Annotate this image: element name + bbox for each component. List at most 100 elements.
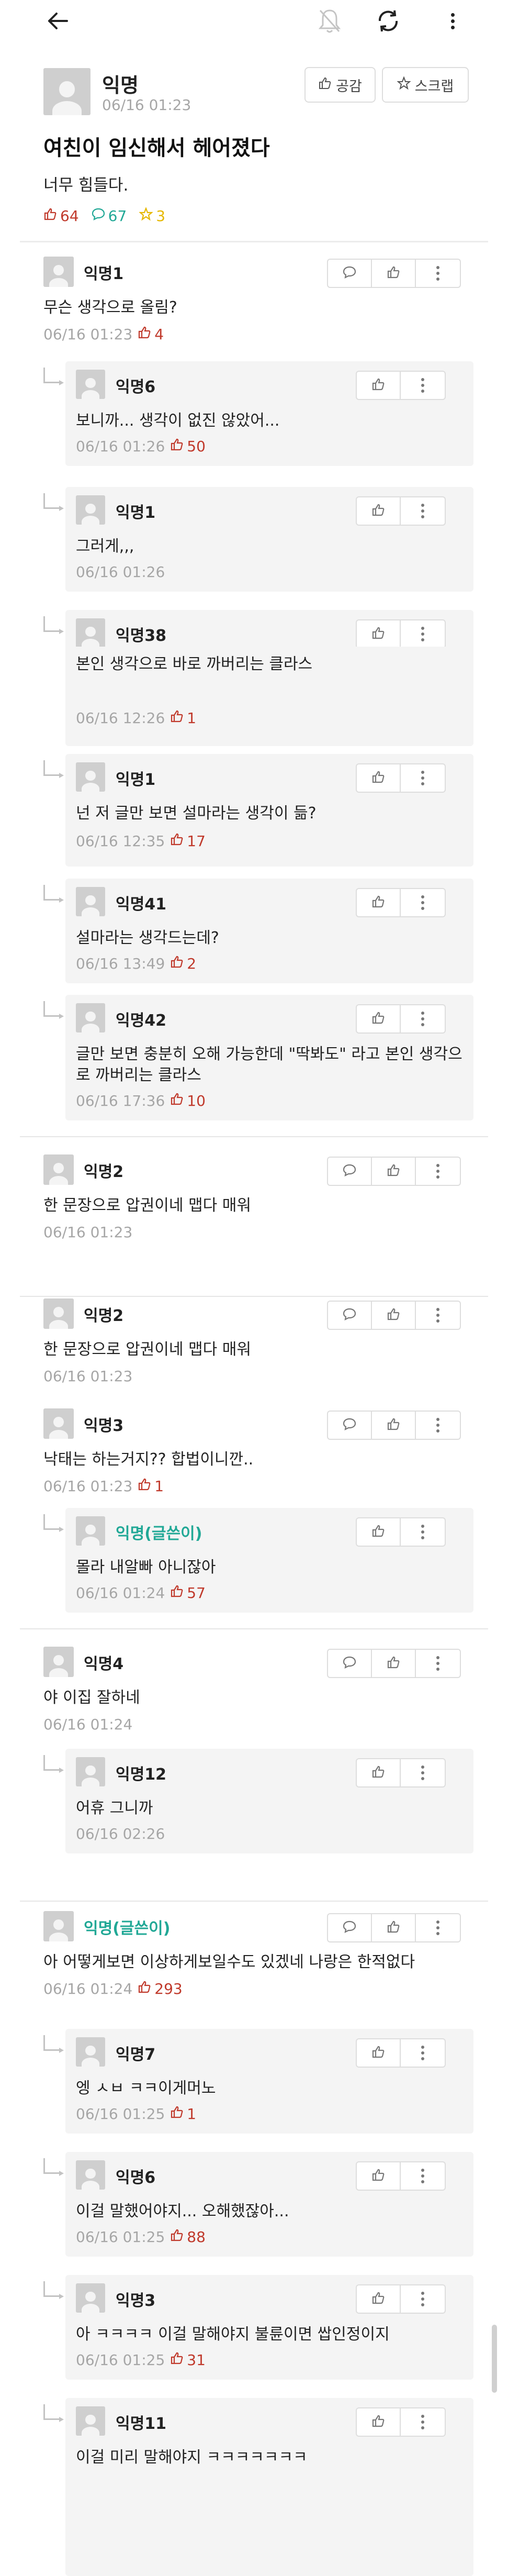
reply-arrow-icon <box>43 2281 64 2299</box>
avatar <box>76 2160 105 2190</box>
reply-actions <box>356 1758 446 1787</box>
like-button[interactable] <box>357 889 401 916</box>
reply-button[interactable] <box>328 260 372 287</box>
like-button[interactable] <box>357 372 401 399</box>
comment-author: 익명1 <box>84 265 124 283</box>
more-button[interactable] <box>401 497 445 525</box>
more-button[interactable] <box>401 764 445 792</box>
more-button[interactable] <box>401 2408 445 2436</box>
thumb-up-icon <box>371 1011 385 1027</box>
back-arrow-icon[interactable] <box>42 5 73 37</box>
more-button[interactable] <box>401 889 445 916</box>
like-button[interactable] <box>372 1650 416 1677</box>
more-button[interactable] <box>401 2039 445 2067</box>
reply: 익명3 아 ㅋㅋㅋㅋ 이걸 말해야지 불륜이면 쌉인정이지 06/16 01:25 3… <box>65 2275 473 2380</box>
reply-body: 아 ㅋㅋㅋㅋ 이걸 말해야지 불륜이면 쌉인정이지 <box>76 2325 390 2344</box>
reply-arrow-icon <box>43 885 64 903</box>
reply-likes: 50 <box>170 438 206 455</box>
more-button[interactable] <box>401 1759 445 1786</box>
comment-author: 익명2 <box>84 1307 124 1325</box>
like-button[interactable] <box>357 1759 401 1786</box>
scrap-button[interactable]: 스크랩 <box>382 67 469 103</box>
more-button[interactable] <box>416 260 460 287</box>
more-button[interactable] <box>401 1518 445 1546</box>
reply-arrow-icon <box>43 2158 64 2176</box>
refresh-icon[interactable] <box>371 4 405 38</box>
reply-meta: 06/16 01:25 88 <box>76 2228 206 2246</box>
like-button[interactable] <box>357 2039 401 2067</box>
comment-likes: 4 <box>138 326 164 343</box>
reply-date: 06/16 01:25 <box>76 2228 165 2246</box>
more-icon <box>421 2292 424 2306</box>
reply-actions <box>356 619 446 649</box>
more-button[interactable] <box>416 1302 460 1329</box>
more-icon[interactable] <box>442 4 463 38</box>
reply-author: 익명12 <box>116 1766 166 1784</box>
thumb-up-icon <box>371 895 385 911</box>
reply-button[interactable] <box>328 1412 372 1439</box>
empathy-button[interactable]: 공감 <box>304 67 376 103</box>
more-button[interactable] <box>401 620 445 648</box>
more-button[interactable] <box>401 372 445 399</box>
comment-stat: 67 <box>92 207 127 225</box>
notification-off-icon[interactable] <box>314 4 345 38</box>
reply-body: 보니까... 생각이 없진 않았어... <box>76 412 280 430</box>
more-icon <box>436 1164 439 1179</box>
like-button[interactable] <box>372 260 416 287</box>
reply-meta: 06/16 02:26 <box>76 1825 165 1842</box>
like-button[interactable] <box>357 764 401 792</box>
more-icon <box>421 504 424 518</box>
thumb-up-icon <box>170 2228 184 2246</box>
like-button[interactable] <box>372 1914 416 1941</box>
like-button[interactable] <box>357 2408 401 2436</box>
thumb-up-icon <box>170 1092 184 1109</box>
avatar <box>76 2283 105 2313</box>
reply-button[interactable] <box>328 1302 372 1329</box>
like-button[interactable] <box>357 1518 401 1546</box>
reply-author: 익명(글쓴이) <box>116 1525 202 1543</box>
reply-actions <box>356 496 446 526</box>
reply-author: 익명41 <box>116 895 166 914</box>
more-button[interactable] <box>401 2285 445 2313</box>
reply-date: 06/16 12:35 <box>76 832 165 850</box>
scrollbar[interactable] <box>492 2325 497 2393</box>
more-button[interactable] <box>401 2162 445 2190</box>
reply-actions <box>356 1517 446 1547</box>
like-button[interactable] <box>372 1412 416 1439</box>
thumb-up-icon <box>170 1584 184 1602</box>
more-button[interactable] <box>416 1650 460 1677</box>
like-button[interactable] <box>372 1158 416 1185</box>
reply-actions <box>356 888 446 917</box>
more-button[interactable] <box>416 1412 460 1439</box>
divider <box>20 241 488 242</box>
reply-actions <box>356 2284 446 2314</box>
like-button[interactable] <box>357 497 401 525</box>
like-button[interactable] <box>357 620 401 648</box>
like-button[interactable] <box>357 1005 401 1032</box>
reply-date: 06/16 01:26 <box>76 438 165 455</box>
more-button[interactable] <box>416 1158 460 1185</box>
reply-author: 익명38 <box>116 627 166 645</box>
empathy-label: 공감 <box>336 78 362 95</box>
reply-button[interactable] <box>328 1158 372 1185</box>
reply-author: 익명11 <box>116 2415 166 2433</box>
like-button[interactable] <box>372 1302 416 1329</box>
thumb-up-icon <box>371 2045 385 2061</box>
like-button[interactable] <box>357 2285 401 2313</box>
more-button[interactable] <box>416 1914 460 1941</box>
reply-likes: 17 <box>170 832 206 850</box>
reply-arrow-icon <box>43 1001 64 1019</box>
reply-button[interactable] <box>328 1914 372 1941</box>
top-bar <box>0 0 508 42</box>
reply-button[interactable] <box>328 1650 372 1677</box>
reply-body: 이걸 말했어야지... 오해했잖아... <box>76 2202 289 2220</box>
avatar <box>43 1298 74 1329</box>
comment-actions <box>327 1157 461 1186</box>
post-date: 06/16 01:23 <box>102 96 191 114</box>
reply: 본인 생각으로 바로 까버리는 클라스 06/16 12:26 1 <box>65 647 473 746</box>
reply: 익명7 엥 ㅅㅂ ㅋㅋ이게머노 06/16 01:25 1 <box>65 2029 473 2134</box>
more-button[interactable] <box>401 1005 445 1032</box>
avatar <box>43 257 74 287</box>
like-button[interactable] <box>357 2162 401 2190</box>
comment-meta: 06/16 01:23 1 <box>43 1478 164 1495</box>
